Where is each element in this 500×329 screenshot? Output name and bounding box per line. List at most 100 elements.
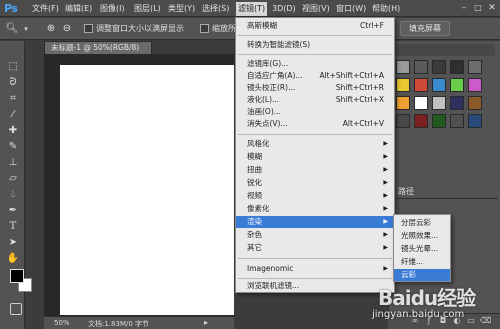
submenu-arrow-icon: ▶ bbox=[383, 140, 388, 147]
eyedropper-tool-icon[interactable]: ⁄ bbox=[6, 108, 20, 122]
path-selection-icon[interactable]: ➤ bbox=[6, 236, 20, 250]
filter-sharpen[interactable]: 锐化 ▶ bbox=[236, 177, 394, 189]
filter-convert-smart[interactable]: 转换为智能滤镜(S) bbox=[236, 39, 394, 51]
submenu-arrow-icon: ▶ bbox=[383, 218, 388, 225]
menu-file[interactable]: 文件(F) bbox=[32, 3, 59, 15]
menu-image[interactable]: 图像(I) bbox=[100, 3, 125, 15]
filter-last-gaussian-blur[interactable]: 高斯模糊 Ctrl+F bbox=[236, 20, 394, 32]
filter-oil-paint[interactable]: 油画(O)... bbox=[236, 106, 394, 118]
style-swatch[interactable] bbox=[432, 60, 446, 74]
eraser-tool-icon[interactable]: ▱ bbox=[6, 172, 20, 186]
style-swatch[interactable] bbox=[396, 114, 410, 128]
render-fibers[interactable]: 纤维... bbox=[394, 256, 450, 268]
menu-edit[interactable]: 编辑(E) bbox=[65, 3, 92, 15]
style-swatch[interactable] bbox=[414, 60, 428, 74]
zoom-in-icon[interactable]: ⊕ bbox=[44, 22, 58, 36]
filter-noise[interactable]: 杂色 ▶ bbox=[236, 229, 394, 241]
quick-mask-icon[interactable] bbox=[10, 303, 22, 315]
menu-item-label: 镜头校正(R)... bbox=[247, 83, 296, 92]
render-clouds[interactable]: 云彩 bbox=[394, 269, 450, 281]
submenu-arrow-icon: ▶ bbox=[383, 265, 388, 272]
canvas[interactable] bbox=[60, 65, 234, 315]
clone-stamp-icon[interactable]: ⊥ bbox=[6, 156, 20, 170]
menu-3d[interactable]: 3D(D) bbox=[272, 3, 296, 15]
watermark-url: jingyan.baidu.com bbox=[372, 309, 465, 320]
style-swatch[interactable] bbox=[432, 78, 446, 92]
zoom-out-icon[interactable]: ⊖ bbox=[60, 22, 74, 36]
filter-browse-online[interactable]: 浏览联机滤镜... bbox=[236, 280, 394, 292]
filter-video[interactable]: 视频 ▶ bbox=[236, 190, 394, 202]
filter-vanishing-point[interactable]: 消失点(V)... Alt+Ctrl+V bbox=[236, 118, 394, 130]
close-icon[interactable]: ✕ bbox=[486, 2, 498, 14]
menu-item-label: Imagenomic bbox=[247, 264, 294, 273]
filter-liquify[interactable]: 液化(L)... Shift+Ctrl+X bbox=[236, 94, 394, 106]
render-submenu: 分层云彩 光照效果... 镜头光晕... 纤维... 云彩 bbox=[393, 214, 451, 282]
style-swatch[interactable] bbox=[450, 96, 464, 110]
crop-tool-icon[interactable]: ⌗ bbox=[6, 92, 20, 106]
pen-tool-icon[interactable]: ✒ bbox=[6, 204, 20, 218]
style-swatch[interactable] bbox=[468, 96, 482, 110]
filter-other[interactable]: 其它 ▶ bbox=[236, 242, 394, 254]
menu-help[interactable]: 帮助(H) bbox=[372, 3, 400, 15]
filter-imagenomic[interactable]: Imagenomic ▶ bbox=[236, 263, 394, 275]
menu-window[interactable]: 窗口(W) bbox=[336, 3, 366, 15]
filter-stylize[interactable]: 风格化 ▶ bbox=[236, 138, 394, 150]
zoom-level[interactable]: 50% bbox=[54, 319, 70, 327]
type-tool-icon[interactable]: T bbox=[6, 220, 20, 234]
menu-item-shortcut: Shift+Ctrl+R bbox=[335, 83, 384, 92]
hand-tool-icon[interactable]: ✋ bbox=[6, 252, 20, 266]
menu-filter[interactable]: 滤镜(T) bbox=[236, 2, 268, 16]
style-swatch[interactable] bbox=[396, 78, 410, 92]
foreground-color-swatch[interactable] bbox=[10, 269, 24, 283]
brush-tool-icon[interactable]: ✎ bbox=[6, 140, 20, 154]
style-swatch[interactable] bbox=[432, 114, 446, 128]
maximize-icon[interactable]: □ bbox=[472, 2, 484, 14]
paths-panel-tab[interactable]: 路径 bbox=[395, 186, 435, 198]
style-swatch[interactable] bbox=[432, 96, 446, 110]
marquee-tool-icon[interactable]: ⬚ bbox=[6, 60, 20, 74]
menu-separator bbox=[238, 35, 392, 36]
filter-blur[interactable]: 模糊 ▶ bbox=[236, 151, 394, 163]
lasso-tool-icon[interactable]: ᘐ bbox=[6, 76, 20, 90]
zoom-all-windows-checkbox[interactable] bbox=[200, 24, 209, 33]
fill-screen-button[interactable]: 填充屏幕 bbox=[400, 21, 450, 36]
photoshop-logo: Ps bbox=[4, 2, 18, 15]
style-swatch[interactable] bbox=[468, 60, 482, 74]
filter-lens-correction[interactable]: 镜头校正(R)... Shift+Ctrl+R bbox=[236, 82, 394, 94]
watermark-logo: Baidu经验 bbox=[378, 286, 476, 310]
menu-layer[interactable]: 图层(L) bbox=[134, 3, 161, 15]
menu-select[interactable]: 选择(S) bbox=[202, 3, 229, 15]
menu-item-label: 模糊 bbox=[247, 152, 262, 161]
style-swatch[interactable] bbox=[396, 60, 410, 74]
chevron-down-icon[interactable]: ▾ bbox=[22, 22, 30, 36]
minimize-icon[interactable]: – bbox=[458, 2, 470, 14]
filter-render[interactable]: 渲染 ▶ bbox=[236, 216, 394, 228]
render-difference-clouds[interactable]: 分层云彩 bbox=[394, 217, 450, 229]
style-swatch[interactable] bbox=[468, 78, 482, 92]
menu-view[interactable]: 视图(V) bbox=[302, 3, 330, 15]
style-swatch[interactable] bbox=[414, 114, 428, 128]
chevron-right-icon[interactable]: ▸ bbox=[204, 318, 208, 327]
filter-distort[interactable]: 扭曲 ▶ bbox=[236, 164, 394, 176]
blur-tool-icon[interactable]: 💧︎ bbox=[6, 188, 20, 202]
panel-tab-strip bbox=[395, 44, 495, 56]
style-swatch[interactable] bbox=[450, 60, 464, 74]
submenu-arrow-icon: ▶ bbox=[383, 231, 388, 238]
healing-brush-icon[interactable]: ✚ bbox=[6, 124, 20, 138]
resize-windows-checkbox[interactable] bbox=[84, 24, 93, 33]
filter-pixelate[interactable]: 像素化 ▶ bbox=[236, 203, 394, 215]
render-lens-flare[interactable]: 镜头光晕... bbox=[394, 243, 450, 255]
zoom-tool-icon[interactable]: 🔍︎ bbox=[4, 22, 20, 36]
submenu-arrow-icon: ▶ bbox=[383, 166, 388, 173]
render-lighting-effects[interactable]: 光照效果... bbox=[394, 230, 450, 242]
style-swatch[interactable] bbox=[468, 114, 482, 128]
style-swatch[interactable] bbox=[396, 96, 410, 110]
menu-type[interactable]: 类型(Y) bbox=[168, 3, 195, 15]
style-swatch[interactable] bbox=[414, 78, 428, 92]
filter-gallery[interactable]: 滤镜库(G)... bbox=[236, 58, 394, 70]
style-swatch[interactable] bbox=[450, 78, 464, 92]
style-swatch[interactable] bbox=[450, 114, 464, 128]
style-swatch[interactable] bbox=[414, 96, 428, 110]
document-tab[interactable]: 未标题-1 @ 50%(RGB/8) bbox=[44, 41, 152, 54]
filter-adaptive-wide-angle[interactable]: 自适应广角(A)... Alt+Shift+Ctrl+A bbox=[236, 70, 394, 82]
